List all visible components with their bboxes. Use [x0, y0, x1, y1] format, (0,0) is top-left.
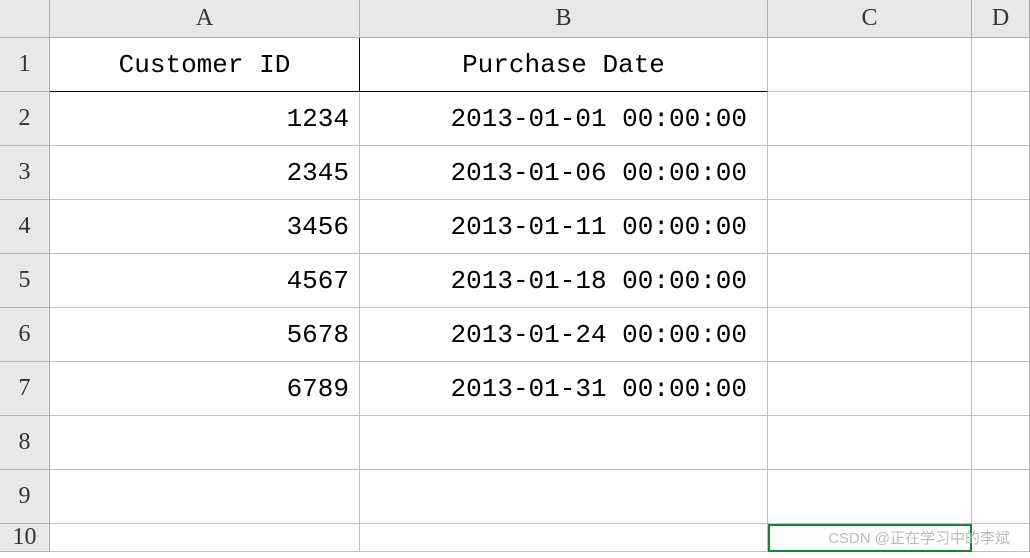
- row-header-9[interactable]: 9: [0, 470, 50, 524]
- watermark-text: CSDN @正在学习中的李斌: [828, 527, 1010, 548]
- cell-c6[interactable]: [768, 308, 972, 362]
- cell-a9[interactable]: [50, 470, 360, 524]
- cell-b9[interactable]: [360, 470, 768, 524]
- cell-d6[interactable]: [972, 308, 1030, 362]
- cell-c4[interactable]: [768, 200, 972, 254]
- row-header-7[interactable]: 7: [0, 362, 50, 416]
- cell-a3[interactable]: 2345: [50, 146, 360, 200]
- cell-b10[interactable]: [360, 524, 768, 552]
- cell-b7[interactable]: 2013-01-31 00:00:00: [360, 362, 768, 416]
- cell-a5[interactable]: 4567: [50, 254, 360, 308]
- row-header-3[interactable]: 3: [0, 146, 50, 200]
- cell-a6[interactable]: 5678: [50, 308, 360, 362]
- cell-b1[interactable]: Purchase Date: [360, 38, 768, 92]
- cell-c5[interactable]: [768, 254, 972, 308]
- cell-a2[interactable]: 1234: [50, 92, 360, 146]
- cell-b6[interactable]: 2013-01-24 00:00:00: [360, 308, 768, 362]
- column-header-b[interactable]: B: [360, 0, 768, 38]
- cell-d8[interactable]: [972, 416, 1030, 470]
- cell-d1[interactable]: [972, 38, 1030, 92]
- cell-b4[interactable]: 2013-01-11 00:00:00: [360, 200, 768, 254]
- cell-a10[interactable]: [50, 524, 360, 552]
- cell-a7[interactable]: 6789: [50, 362, 360, 416]
- row-header-8[interactable]: 8: [0, 416, 50, 470]
- cell-b3[interactable]: 2013-01-06 00:00:00: [360, 146, 768, 200]
- cell-d3[interactable]: [972, 146, 1030, 200]
- cell-c3[interactable]: [768, 146, 972, 200]
- cell-c1[interactable]: [768, 38, 972, 92]
- row-header-5[interactable]: 5: [0, 254, 50, 308]
- select-all-corner[interactable]: [0, 0, 50, 38]
- cell-c9[interactable]: [768, 470, 972, 524]
- cell-c2[interactable]: [768, 92, 972, 146]
- cell-a4[interactable]: 3456: [50, 200, 360, 254]
- row-header-2[interactable]: 2: [0, 92, 50, 146]
- cell-b8[interactable]: [360, 416, 768, 470]
- cell-c8[interactable]: [768, 416, 972, 470]
- cell-b5[interactable]: 2013-01-18 00:00:00: [360, 254, 768, 308]
- column-header-a[interactable]: A: [50, 0, 360, 38]
- row-header-10[interactable]: 10: [0, 524, 50, 552]
- cell-a8[interactable]: [50, 416, 360, 470]
- row-header-1[interactable]: 1: [0, 38, 50, 92]
- cell-a1[interactable]: Customer ID: [50, 38, 360, 92]
- cell-d2[interactable]: [972, 92, 1030, 146]
- spreadsheet-grid: A B C D 1 Customer ID Purchase Date 2 12…: [0, 0, 1030, 552]
- column-header-d[interactable]: D: [972, 0, 1030, 38]
- cell-b2[interactable]: 2013-01-01 00:00:00: [360, 92, 768, 146]
- cell-d9[interactable]: [972, 470, 1030, 524]
- row-header-6[interactable]: 6: [0, 308, 50, 362]
- row-header-4[interactable]: 4: [0, 200, 50, 254]
- column-header-c[interactable]: C: [768, 0, 972, 38]
- cell-d7[interactable]: [972, 362, 1030, 416]
- cell-d5[interactable]: [972, 254, 1030, 308]
- cell-c7[interactable]: [768, 362, 972, 416]
- cell-d4[interactable]: [972, 200, 1030, 254]
